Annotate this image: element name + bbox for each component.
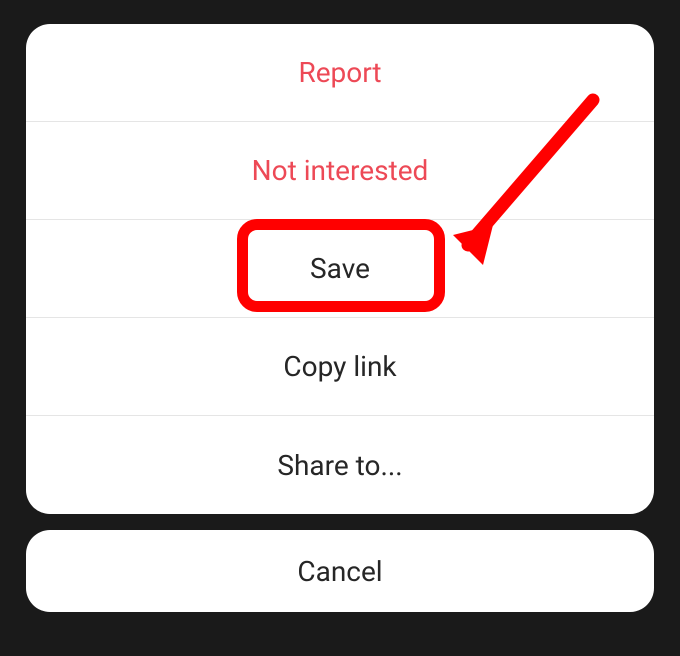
not-interested-label: Not interested [252, 154, 429, 187]
cancel-button[interactable]: Cancel [26, 530, 654, 612]
share-to-button[interactable]: Share to... [26, 416, 654, 514]
cancel-label: Cancel [297, 555, 382, 588]
copy-link-button[interactable]: Copy link [26, 318, 654, 416]
report-button[interactable]: Report [26, 24, 654, 122]
copy-link-label: Copy link [283, 350, 396, 383]
report-label: Report [298, 56, 381, 89]
not-interested-button[interactable]: Not interested [26, 122, 654, 220]
save-label: Save [310, 252, 370, 285]
cancel-sheet: Cancel [26, 530, 654, 612]
save-button[interactable]: Save [26, 220, 654, 318]
action-sheet: Report Not interested Save Copy link Sha… [26, 24, 654, 514]
share-to-label: Share to... [277, 449, 402, 482]
